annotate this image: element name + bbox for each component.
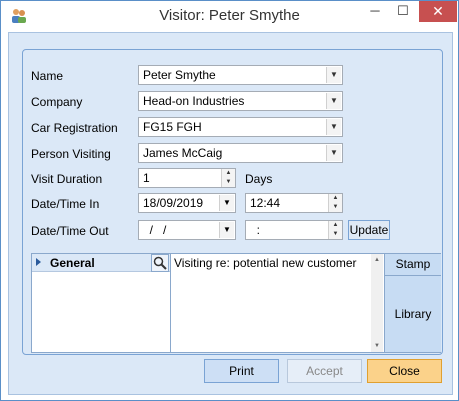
visit-duration-label: Visit Duration [31, 172, 103, 186]
name-label: Name [31, 69, 64, 83]
car-registration-combo[interactable]: FG15 FGH ▼ [138, 117, 343, 137]
maximize-button[interactable]: ☐ [389, 1, 417, 22]
minimize-button[interactable]: ─ [361, 1, 389, 22]
car-registration-value: FG15 FGH [143, 120, 202, 134]
title-bar[interactable]: Visitor: Peter Smythe ─ ☐ ✕ [1, 1, 458, 31]
person-visiting-label: Person Visiting [31, 147, 111, 161]
car-registration-label: Car Registration [31, 121, 118, 135]
close-window-button[interactable]: ✕ [419, 1, 457, 22]
spinner-icon[interactable]: ▲ ▼ [221, 169, 235, 187]
time-out-stepper[interactable]: : ▲ ▼ [245, 220, 343, 240]
company-value: Head-on Industries [143, 94, 245, 108]
chevron-down-icon[interactable]: ▼ [219, 195, 234, 211]
spinner-icon[interactable]: ▲ ▼ [328, 194, 342, 212]
library-button[interactable]: Library [384, 276, 441, 352]
stamp-button[interactable]: Stamp [384, 254, 441, 276]
person-visiting-combo[interactable]: James McCaig ▼ [138, 143, 343, 163]
visit-duration-stepper[interactable]: 1 ▲ ▼ [138, 168, 236, 188]
date-out-label: Date/Time Out [31, 224, 109, 238]
chevron-down-icon[interactable]: ▼ [326, 67, 341, 83]
date-out-value: / / [143, 223, 167, 237]
notes-textbox[interactable]: Visiting re: potential new customer [171, 254, 383, 352]
chevron-down-icon[interactable]: ▼ [219, 222, 234, 238]
scroll-up-icon[interactable]: ▲ [371, 254, 383, 266]
company-combo[interactable]: Head-on Industries ▼ [138, 91, 343, 111]
date-in-label: Date/Time In [31, 197, 100, 211]
tree-header[interactable]: General [32, 254, 170, 272]
notes-area: General Visiting re: potential new custo… [31, 253, 441, 353]
person-visiting-value: James McCaig [143, 146, 223, 160]
accept-button[interactable]: Accept [287, 359, 362, 383]
notes-text: Visiting re: potential new customer [174, 256, 357, 270]
time-in-value: 12:44 [250, 196, 281, 210]
time-in-stepper[interactable]: 12:44 ▲ ▼ [245, 193, 343, 213]
notes-scrollbar[interactable]: ▲ ▼ [371, 254, 383, 352]
company-label: Company [31, 95, 83, 109]
client-area: Name Peter Smythe ▼ Company Head-on Indu… [8, 32, 453, 395]
date-in-value: 18/09/2019 [143, 196, 204, 210]
date-out-field[interactable]: / / ▼ [138, 220, 236, 240]
tree-header-label: General [50, 256, 95, 270]
date-in-field[interactable]: 18/09/2019 ▼ [138, 193, 236, 213]
days-label: Days [245, 172, 273, 186]
spinner-icon[interactable]: ▲ ▼ [328, 221, 342, 239]
visitor-window: Visitor: Peter Smythe ─ ☐ ✕ Name Peter S… [0, 0, 459, 401]
name-combo[interactable]: Peter Smythe ▼ [138, 65, 343, 85]
visit-duration-value: 1 [143, 171, 150, 185]
close-button[interactable]: Close [367, 359, 442, 383]
chevron-down-icon[interactable]: ▼ [326, 145, 341, 161]
expand-arrow-icon[interactable] [36, 258, 41, 266]
visitor-details-panel: Name Peter Smythe ▼ Company Head-on Indu… [22, 49, 443, 355]
print-button[interactable]: Print [204, 359, 279, 383]
magnifier-icon[interactable] [151, 254, 169, 272]
chevron-down-icon[interactable]: ▼ [326, 93, 341, 109]
scroll-down-icon[interactable]: ▼ [371, 340, 383, 352]
category-tree[interactable]: General [32, 254, 171, 352]
name-value: Peter Smythe [143, 68, 216, 82]
time-out-value: : [250, 223, 261, 237]
update-button[interactable]: Update [348, 220, 390, 240]
chevron-down-icon[interactable]: ▼ [326, 119, 341, 135]
